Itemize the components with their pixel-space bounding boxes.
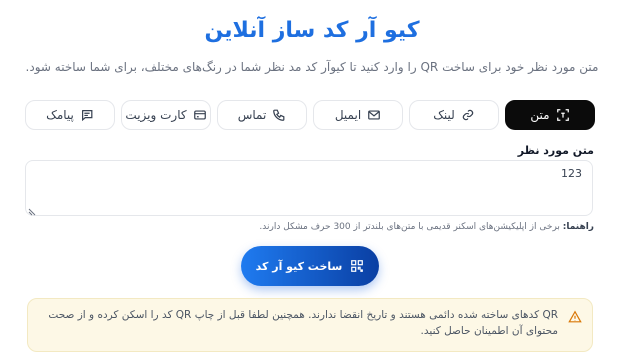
build-qr-label: ساخت کیو آر کد — [255, 259, 343, 273]
tab-sms[interactable]: پیامک — [25, 100, 115, 130]
tab-call[interactable]: تماس — [217, 100, 307, 130]
qr-type-tabs: متن لینک ایمیل تماس کارت ویزیت پیامک — [25, 100, 595, 130]
hint-body: برخی از اپلیکیشن‌های اسکنر قدیمی با متن‌… — [259, 222, 560, 232]
text-scan-icon — [556, 109, 569, 121]
link-icon — [462, 109, 474, 121]
page-subtitle: متن مورد نظر خود برای ساخت QR را وارد کن… — [25, 60, 599, 74]
mail-icon — [368, 110, 381, 120]
tab-link[interactable]: لینک — [409, 100, 499, 130]
notice-box: QR کدهای ساخته شده دائمی هستند و تاریخ ا… — [27, 298, 593, 352]
tab-label: ایمیل — [334, 108, 362, 122]
phone-icon — [273, 109, 285, 121]
notice-text: QR کدهای ساخته شده دائمی هستند و تاریخ ا… — [48, 309, 558, 337]
tab-label: تماس — [237, 108, 267, 122]
message-icon — [81, 110, 93, 122]
card-icon — [193, 110, 206, 120]
resize-handle-icon[interactable] — [28, 206, 38, 216]
tab-label: لینک — [433, 108, 455, 122]
hint-text: راهنما: برخی از اپلیکیشن‌های اسکنر قدیمی… — [259, 222, 594, 232]
tab-text[interactable]: متن — [505, 100, 595, 130]
qr-code-icon — [351, 260, 364, 272]
warning-icon — [568, 310, 582, 323]
text-input[interactable]: 123 — [25, 160, 593, 216]
tab-email[interactable]: ایمیل — [313, 100, 403, 130]
tab-label: پیامک — [46, 108, 74, 122]
build-qr-button[interactable]: ساخت کیو آر کد — [241, 246, 379, 286]
page-title: کیو آر کد ساز آنلاین — [204, 18, 420, 43]
text-field-label: متن مورد نظر — [517, 144, 594, 157]
hint-label: راهنما: — [562, 222, 594, 232]
tab-business-card[interactable]: کارت ویزیت — [121, 100, 211, 130]
tab-label: کارت ویزیت — [125, 108, 187, 122]
tab-label: متن — [530, 108, 550, 122]
